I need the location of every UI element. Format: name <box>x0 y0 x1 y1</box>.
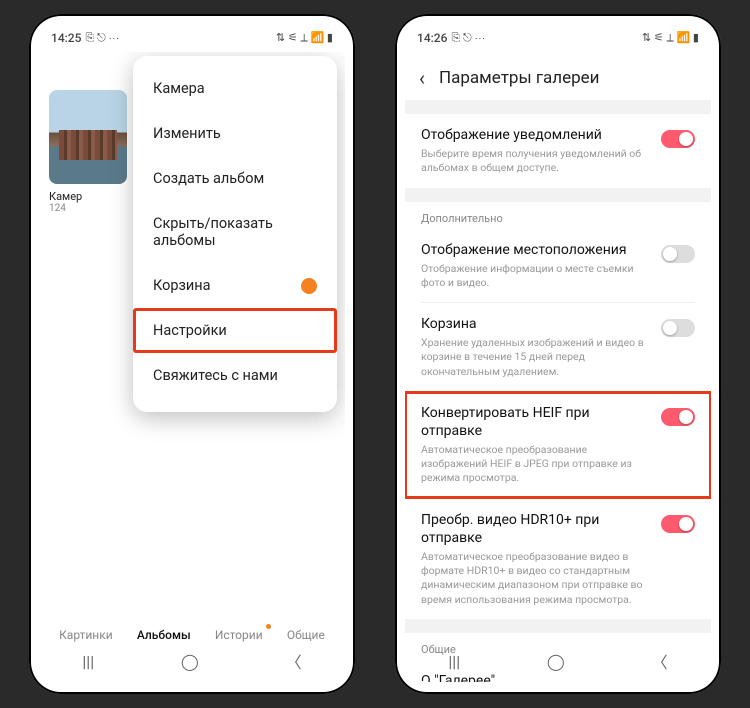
badge-icon <box>301 278 317 294</box>
toggle-switch[interactable] <box>661 515 695 533</box>
section-divider <box>405 188 711 202</box>
setting-title: Корзина <box>421 315 651 333</box>
page-title: Параметры галереи <box>439 68 599 88</box>
statusbar: 14:25 ⎘ ⎋ ⋯ ⇅ ⚟ ⟂ 📶 ▮ <box>39 24 345 52</box>
section-label-more: Дополнительно <box>405 202 711 229</box>
setting-subtitle: Хранение удаленных изображений и видео в… <box>421 336 651 379</box>
tab-pictures[interactable]: Картинки <box>59 628 113 642</box>
phone-right: 14:26 ⎘ ⎋ ⋯ ⇅ ⚟ ⟂ 📶 ▮ ‹ Параметры галереи… <box>395 14 721 694</box>
statusbar: 14:26 ⎘ ⎋ ⋯ ⇅ ⚟ ⟂ 📶 ▮ <box>405 24 711 52</box>
screen-right: 14:26 ⎘ ⎋ ⋯ ⇅ ⚟ ⟂ 📶 ▮ ‹ Параметры галереи… <box>405 24 711 682</box>
status-left-icons: ⎘ ⎋ ⋯ <box>451 31 485 45</box>
recent-apps-icon[interactable]: ||| <box>448 652 460 671</box>
screen-left: 14:25 ⎘ ⎋ ⋯ ⇅ ⚟ ⟂ 📶 ▮ Камер 124 Камера Из… <box>39 24 345 682</box>
menu-item-camera[interactable]: Камера <box>133 66 337 111</box>
phone-left: 14:25 ⎘ ⎋ ⋯ ⇅ ⚟ ⟂ 📶 ▮ Камер 124 Камера Из… <box>29 14 355 694</box>
menu-item-edit[interactable]: Изменить <box>133 111 337 156</box>
tab-label: Истории <box>215 628 263 642</box>
menu-label: Корзина <box>153 277 211 294</box>
back-arrow-icon[interactable]: ‹ <box>419 66 425 90</box>
section-divider <box>405 619 711 633</box>
bottom-tabs: Картинки Альбомы Истории Общие <box>39 628 345 642</box>
toggle-switch[interactable] <box>661 408 695 426</box>
toggle-switch[interactable] <box>661 130 695 148</box>
overflow-menu: Камера Изменить Создать альбом Скрыть/по… <box>133 56 337 412</box>
setting-location[interactable]: Отображение местоположения Отображение и… <box>405 229 711 303</box>
menu-label: Свяжитесь с нами <box>153 367 278 384</box>
setting-subtitle: Автоматическое преобразование видео в фо… <box>421 550 651 607</box>
home-icon[interactable]: ◯ <box>547 652 565 671</box>
menu-label: Создать альбом <box>153 170 264 187</box>
recent-apps-icon[interactable]: ||| <box>82 652 94 671</box>
dot-indicator-icon <box>266 624 271 629</box>
menu-label: Камера <box>153 80 205 97</box>
setting-subtitle: Выберите время получения уведомлений об … <box>421 147 651 175</box>
tab-shared[interactable]: Общие <box>287 628 325 642</box>
setting-subtitle: Автоматическое преобразование изображени… <box>421 443 651 486</box>
menu-item-settings[interactable]: Настройки <box>133 308 337 353</box>
setting-title: Отображение местоположения <box>421 241 651 259</box>
android-navbar: ||| ◯ 〈 <box>39 646 345 676</box>
status-left-icons: ⎘ ⎋ ⋯ <box>85 31 119 45</box>
tab-albums[interactable]: Альбомы <box>137 628 191 642</box>
menu-item-trash[interactable]: Корзина <box>133 263 337 308</box>
setting-notifications[interactable]: Отображение уведомлений Выберите время п… <box>405 114 711 188</box>
android-navbar: ||| ◯ 〈 <box>405 646 711 676</box>
back-icon[interactable]: 〈 <box>286 649 302 673</box>
album-thumbnail[interactable] <box>49 90 127 184</box>
tab-stories[interactable]: Истории <box>215 628 263 642</box>
settings-content: ‹ Параметры галереи Отображение уведомле… <box>405 52 711 682</box>
setting-hdr10-convert[interactable]: Преобр. видео HDR10+ при отправке Автома… <box>405 499 711 619</box>
setting-title: Отображение уведомлений <box>421 126 651 144</box>
status-time: 14:25 <box>51 31 81 45</box>
menu-label: Изменить <box>153 125 221 142</box>
settings-header: ‹ Параметры галереи <box>405 52 711 100</box>
settings-list[interactable]: Отображение уведомлений Выберите время п… <box>405 100 711 682</box>
setting-title: Преобр. видео HDR10+ при отправке <box>421 511 651 547</box>
toggle-switch[interactable] <box>661 245 695 263</box>
back-icon[interactable]: 〈 <box>652 649 668 673</box>
setting-title: Конвертировать HEIF при отправке <box>421 404 651 440</box>
gallery-content: Камер 124 Камера Изменить Создать альбом… <box>39 52 345 682</box>
menu-label: Скрыть/показать альбомы <box>153 215 317 249</box>
status-right-icons: ⇅ ⚟ ⟂ 📶 ▮ <box>642 31 699 45</box>
home-icon[interactable]: ◯ <box>181 652 199 671</box>
toggle-switch[interactable] <box>661 319 695 337</box>
setting-subtitle: Отображение информации о месте съемки фо… <box>421 262 651 290</box>
menu-item-contact-us[interactable]: Свяжитесь с нами <box>133 353 337 398</box>
status-right-icons: ⇅ ⚟ ⟂ 📶 ▮ <box>276 31 333 45</box>
setting-trash[interactable]: Корзина Хранение удаленных изображений и… <box>405 303 711 391</box>
status-time: 14:26 <box>417 31 447 45</box>
setting-heif-convert[interactable]: Конвертировать HEIF при отправке Автомат… <box>405 392 711 498</box>
menu-item-create-album[interactable]: Создать альбом <box>133 156 337 201</box>
section-divider <box>405 100 711 114</box>
menu-label: Настройки <box>153 322 227 339</box>
menu-item-hide-albums[interactable]: Скрыть/показать альбомы <box>133 201 337 263</box>
